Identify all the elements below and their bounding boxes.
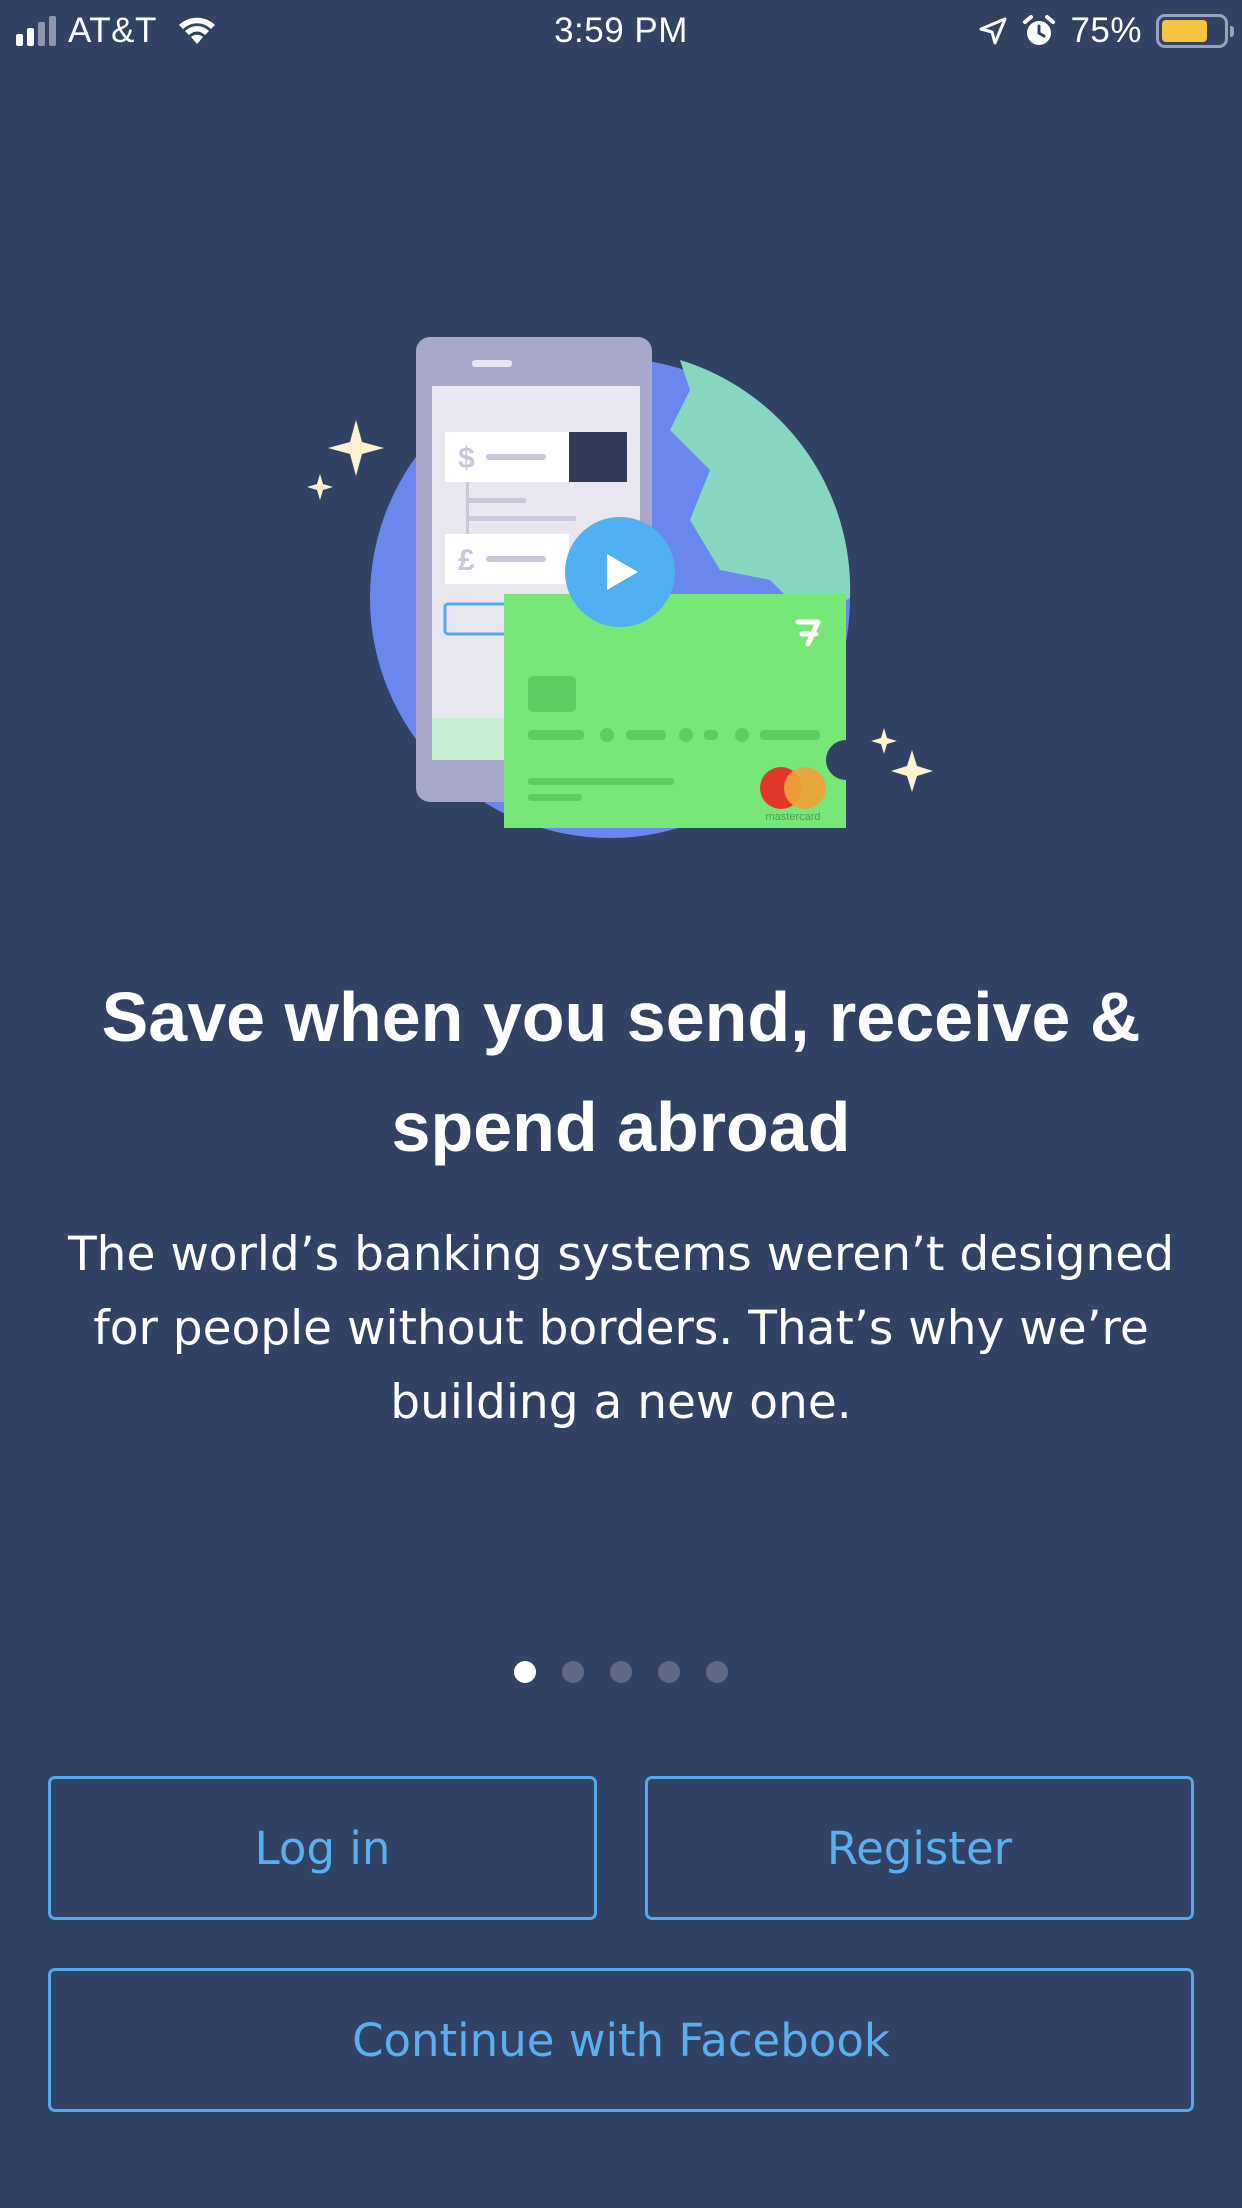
login-button[interactable]: Log in	[48, 1776, 597, 1920]
play-video-button[interactable]	[565, 517, 675, 627]
battery-percent: 75%	[1070, 11, 1142, 50]
register-button[interactable]: Register	[645, 1776, 1194, 1920]
page-dot[interactable]	[658, 1661, 680, 1683]
status-right: 75%	[978, 10, 1234, 52]
page-dot[interactable]	[610, 1661, 632, 1683]
battery-icon	[1156, 14, 1234, 48]
page-dot[interactable]	[514, 1661, 536, 1683]
card-illustration: mastercard	[504, 594, 846, 828]
battery-level	[1162, 20, 1207, 42]
svg-text:mastercard: mastercard	[765, 811, 820, 823]
page-title-line: spend abroad	[391, 1088, 851, 1166]
hero-illustration: $ £ mastercard	[307, 337, 933, 838]
description-line: building a new one.	[390, 1375, 852, 1430]
page-dot[interactable]	[562, 1661, 584, 1683]
page-title: Save when you send, receive & spend abro…	[40, 962, 1202, 1182]
description-line: for people without borders. That’s why w…	[93, 1301, 1149, 1356]
page-title-line: Save when you send, receive &	[101, 978, 1141, 1056]
mastercard-logo: mastercard	[760, 767, 826, 823]
description-line: The world’s banking systems weren’t desi…	[67, 1227, 1175, 1282]
location-arrow-icon	[979, 17, 1007, 45]
pound-symbol: £	[458, 544, 475, 577]
alarm-icon	[1023, 15, 1056, 45]
status-bar: AT&T 3:59 PM 75%	[0, 0, 1242, 62]
facebook-login-button[interactable]: Continue with Facebook	[48, 1968, 1194, 2112]
page-dot[interactable]	[706, 1661, 728, 1683]
dollar-symbol: $	[458, 442, 475, 475]
page-indicator[interactable]	[0, 1661, 1242, 1683]
page-description: The world’s banking systems weren’t desi…	[40, 1218, 1202, 1440]
